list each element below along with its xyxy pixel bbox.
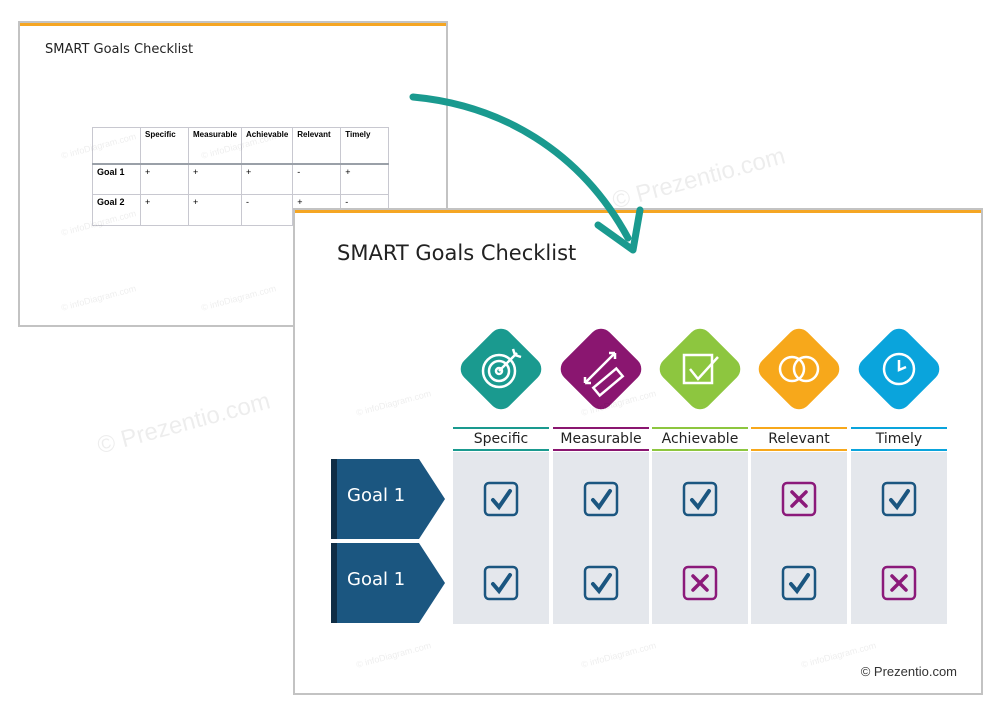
table-cell: + bbox=[187, 194, 243, 226]
table-row: Goal 1 + + + - + bbox=[92, 163, 390, 195]
accent-bar bbox=[20, 23, 446, 26]
check-icon bbox=[483, 565, 519, 601]
cross-icon bbox=[781, 481, 817, 517]
goal-text: Goal 1 bbox=[347, 569, 406, 590]
check-icon bbox=[583, 481, 619, 517]
watermark: © infoDiagram.com bbox=[60, 283, 138, 313]
ruler-icon bbox=[583, 351, 625, 398]
table-cell: + bbox=[340, 163, 390, 195]
watermark: © infoDiagram.com bbox=[580, 640, 658, 670]
check-icon bbox=[682, 481, 718, 517]
table-cell: + bbox=[140, 194, 189, 226]
watermark: © infoDiagram.com bbox=[355, 640, 433, 670]
goal-label: Goal 1 bbox=[331, 543, 445, 623]
watermark: © infoDiagram.com bbox=[355, 388, 433, 418]
check-icon bbox=[583, 565, 619, 601]
accent-bar bbox=[295, 210, 981, 213]
watermark: © Prezentio.com bbox=[609, 142, 789, 215]
criterion-header: Specific bbox=[453, 427, 549, 451]
column-header: Specific bbox=[140, 127, 189, 165]
clock-icon bbox=[882, 352, 916, 386]
criterion-header: Timely bbox=[851, 427, 947, 451]
redesigned-slide: SMART Goals Checklist Specific Measurable… bbox=[293, 208, 983, 695]
column-header: Relevant bbox=[292, 127, 342, 165]
watermark: © Prezentio.com bbox=[94, 387, 274, 460]
slide-title: SMART Goals Checklist bbox=[45, 42, 194, 57]
table-cell: + bbox=[187, 163, 243, 195]
checkbox-icon bbox=[682, 353, 719, 385]
target-icon bbox=[481, 348, 522, 389]
cross-icon bbox=[682, 565, 718, 601]
criterion-header: Relevant bbox=[751, 427, 847, 451]
table-cell: - bbox=[241, 194, 294, 226]
table-cell: + bbox=[140, 163, 189, 195]
watermark: © infoDiagram.com bbox=[200, 283, 278, 313]
copyright: © Prezentio.com bbox=[860, 664, 957, 679]
goal-label: Goal 1 bbox=[331, 459, 445, 539]
table-cell: + bbox=[241, 163, 294, 195]
check-icon bbox=[781, 565, 817, 601]
table-cell: - bbox=[292, 163, 342, 195]
criterion-header: Achievable bbox=[652, 427, 748, 451]
slide-title: SMART Goals Checklist bbox=[337, 241, 577, 265]
check-icon bbox=[483, 481, 519, 517]
check-icon bbox=[881, 481, 917, 517]
column-header: Timely bbox=[340, 127, 390, 165]
rings-icon bbox=[778, 355, 820, 383]
cross-icon bbox=[881, 565, 917, 601]
criterion-header: Measurable bbox=[553, 427, 649, 451]
goal-text: Goal 1 bbox=[347, 485, 406, 506]
row-label: Goal 1 bbox=[92, 163, 141, 195]
